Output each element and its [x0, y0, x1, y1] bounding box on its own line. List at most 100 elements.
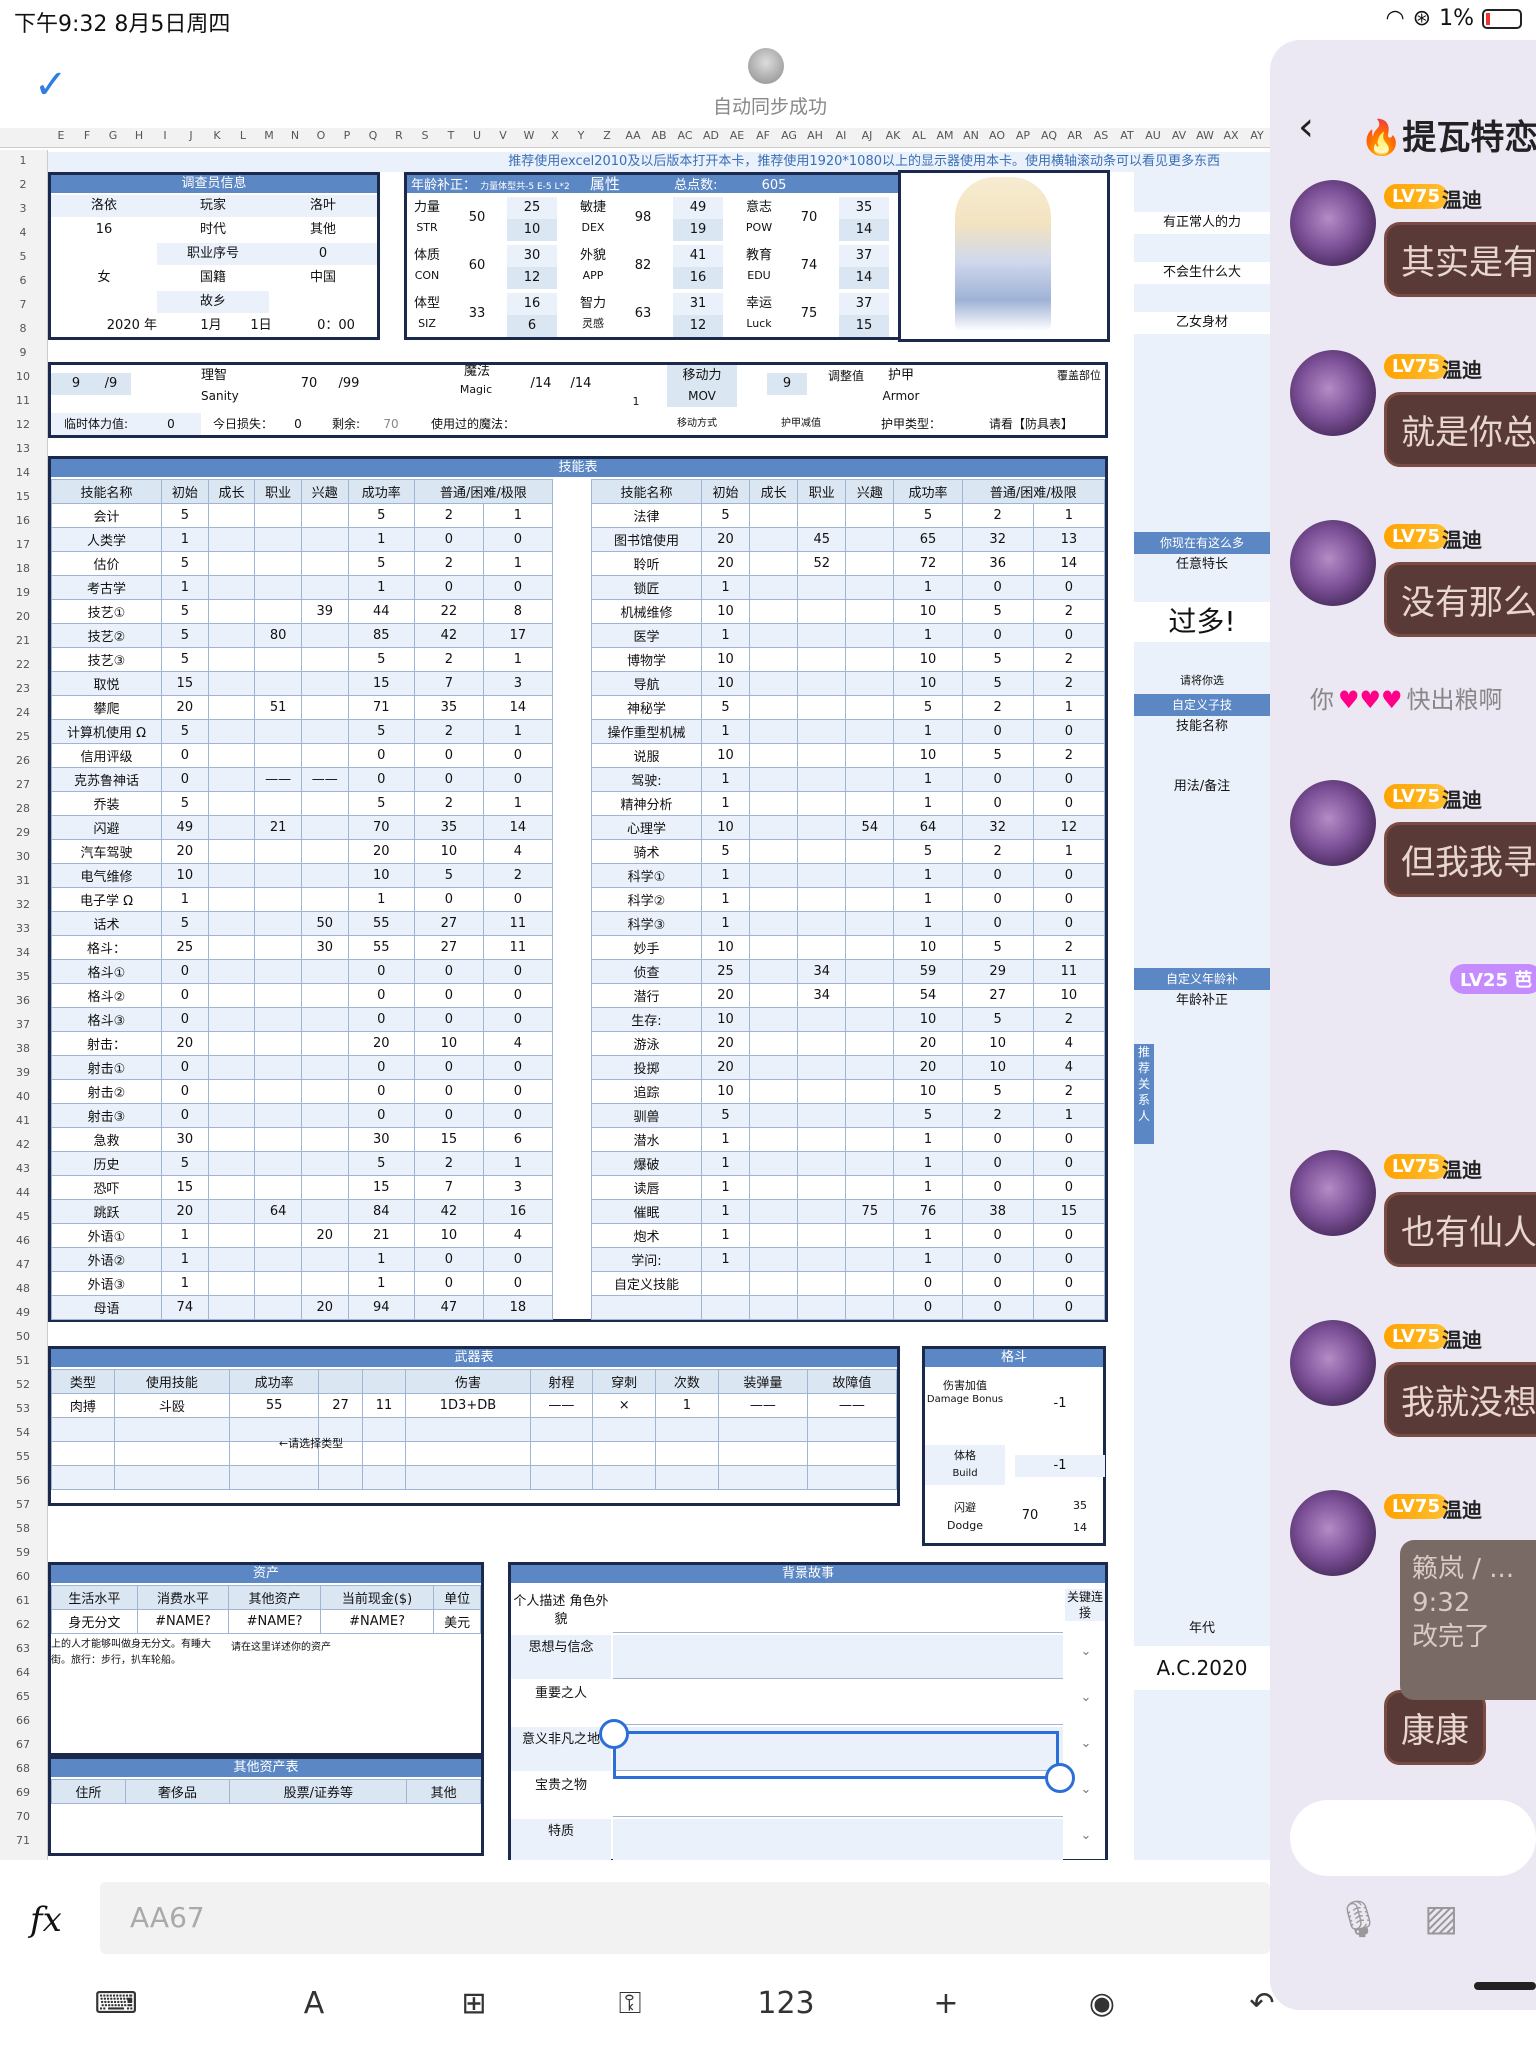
row-number[interactable]: 59 [0, 1546, 46, 1559]
skill-name[interactable]: 自定义技能 [591, 1271, 702, 1296]
skill-value[interactable]: 10 [700, 935, 751, 960]
skill-value[interactable] [254, 719, 302, 744]
skill-value[interactable]: 5 [347, 1151, 415, 1176]
skill-value[interactable] [254, 1127, 302, 1152]
weapon-cell[interactable] [361, 1441, 407, 1466]
inv-age[interactable]: 16 [51, 219, 157, 241]
inv-clock[interactable]: 0：00 [301, 315, 371, 337]
skill-value[interactable] [254, 551, 302, 576]
loss-value[interactable]: 0 [283, 413, 313, 435]
skill-name[interactable]: 技艺③ [51, 647, 162, 672]
skill-value[interactable]: 1 [893, 1151, 963, 1176]
skill-value[interactable] [254, 1223, 302, 1248]
skill-value[interactable]: 0 [413, 1103, 484, 1128]
skill-value[interactable]: 32 [961, 815, 1034, 840]
avatar[interactable] [1290, 180, 1376, 266]
row-number[interactable]: 44 [0, 1186, 46, 1199]
skill-value[interactable] [300, 503, 349, 528]
skill-value[interactable] [207, 1295, 256, 1320]
skill-value[interactable]: 10 [961, 1031, 1034, 1056]
skill-name[interactable]: 外语① [51, 1223, 162, 1248]
skill-value[interactable] [300, 863, 349, 888]
skill-value[interactable]: 34 [797, 983, 847, 1008]
skill-value[interactable]: 5 [893, 1103, 963, 1128]
skill-value[interactable] [207, 599, 256, 624]
skill-value[interactable]: 0 [347, 743, 415, 768]
skill-name[interactable]: 机械维修 [591, 599, 702, 624]
skill-name[interactable]: 信用评级 [51, 743, 162, 768]
skill-name[interactable]: 格斗① [51, 959, 162, 984]
skill-value[interactable] [797, 935, 847, 960]
skill-value[interactable] [749, 887, 799, 912]
skill-name[interactable]: 格斗： [51, 935, 162, 960]
skill-row[interactable]: 格斗： 25 30 55 27 11 [51, 935, 554, 960]
skill-value[interactable] [254, 1079, 302, 1104]
skill-value[interactable]: 0 [961, 1295, 1034, 1320]
column-letter[interactable]: AY [1244, 129, 1270, 142]
skill-value[interactable] [749, 1127, 799, 1152]
skill-row[interactable]: 催眠 1 75 76 38 15 [591, 1199, 1106, 1224]
skill-row[interactable]: 骑术 5 5 2 1 [591, 839, 1106, 864]
skill-value[interactable] [254, 527, 302, 552]
skill-value[interactable]: 5 [961, 1007, 1034, 1032]
skill-value[interactable] [207, 1151, 256, 1176]
skill-value[interactable]: 10 [893, 743, 963, 768]
skill-value[interactable] [797, 719, 847, 744]
row-number[interactable]: 42 [0, 1138, 46, 1151]
row-number[interactable]: 38 [0, 1042, 46, 1055]
row-number[interactable]: 25 [0, 730, 46, 743]
skill-value[interactable]: 2 [413, 647, 484, 672]
skill-value[interactable] [749, 791, 799, 816]
message-bubble[interactable]: 就是你总 [1384, 392, 1536, 467]
skill-value[interactable] [207, 983, 256, 1008]
row-number[interactable]: 40 [0, 1090, 46, 1103]
column-letter[interactable]: AW [1192, 129, 1218, 142]
skill-value[interactable]: 1 [482, 647, 554, 672]
skill-row[interactable]: 学问: 1 1 0 0 [591, 1247, 1106, 1272]
skill-value[interactable] [845, 887, 895, 912]
skill-value[interactable]: 0 [347, 1079, 415, 1104]
skill-value[interactable]: 1 [700, 791, 751, 816]
skill-value[interactable]: 0 [1032, 575, 1106, 600]
row-number[interactable]: 34 [0, 946, 46, 959]
skill-name[interactable]: 医学 [591, 623, 702, 648]
skill-value[interactable]: 2 [1032, 935, 1106, 960]
skill-row[interactable]: 法律 5 5 2 1 [591, 503, 1106, 528]
row-number[interactable]: 63 [0, 1642, 46, 1655]
skill-value[interactable] [207, 1175, 256, 1200]
skill-value[interactable] [797, 1271, 847, 1296]
skill-value[interactable]: 5 [161, 1151, 209, 1176]
skill-value[interactable] [845, 743, 895, 768]
row-number[interactable]: 22 [0, 658, 46, 671]
row-number[interactable]: 53 [0, 1402, 46, 1415]
column-letter[interactable]: H [126, 129, 152, 142]
skill-value[interactable]: 11 [482, 935, 554, 960]
weapon-cell[interactable] [717, 1465, 808, 1490]
skill-value[interactable]: 1 [700, 1175, 751, 1200]
skill-value[interactable]: 0 [347, 1055, 415, 1080]
assets-cell[interactable]: #NAME? [319, 1609, 435, 1634]
skill-value[interactable]: 10 [700, 671, 751, 696]
skill-value[interactable]: 2 [1032, 1007, 1106, 1032]
skill-value[interactable]: 5 [700, 503, 751, 528]
skill-value[interactable]: 0 [413, 767, 484, 792]
skill-value[interactable]: 74 [161, 1295, 209, 1320]
selection-handle-start[interactable] [599, 1719, 629, 1749]
column-letter[interactable]: AR [1062, 129, 1088, 142]
skill-value[interactable]: 7 [413, 671, 484, 696]
skill-value[interactable]: 30 [161, 1127, 209, 1152]
skill-row[interactable]: 神秘学 5 5 2 1 [591, 695, 1106, 720]
skill-name[interactable]: 格斗② [51, 983, 162, 1008]
skill-value[interactable] [207, 1223, 256, 1248]
skill-row[interactable]: 电气维修 10 10 5 2 [51, 863, 554, 888]
column-letter[interactable]: Y [568, 129, 594, 142]
skill-name[interactable]: 跳跃 [51, 1199, 162, 1224]
row-number[interactable]: 54 [0, 1426, 46, 1439]
skill-value[interactable] [207, 1055, 256, 1080]
skill-value[interactable]: 30 [347, 1127, 415, 1152]
skill-value[interactable] [845, 1031, 895, 1056]
skill-value[interactable] [797, 863, 847, 888]
skill-name[interactable]: 导航 [591, 671, 702, 696]
row-number[interactable]: 67 [0, 1738, 46, 1751]
skill-value[interactable] [207, 839, 256, 864]
